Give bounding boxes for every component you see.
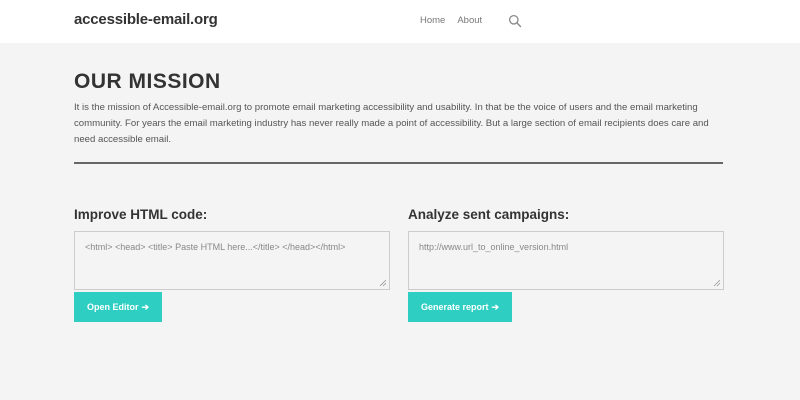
site-header: accessible-email.org Home About — [0, 0, 800, 43]
html-code-textarea[interactable]: <html> <head> <title> Paste HTML here...… — [74, 231, 390, 290]
open-editor-label: Open Editor — [87, 302, 139, 312]
improve-html-title: Improve HTML code: — [74, 207, 208, 222]
resize-handle-icon[interactable] — [379, 279, 387, 287]
nav-about[interactable]: About — [457, 15, 482, 26]
section-divider — [74, 162, 723, 164]
url-placeholder: http://www.url_to_online_version.html — [419, 242, 569, 252]
arrow-right-icon: ➔ — [141, 301, 150, 312]
generate-report-button[interactable]: Generate report ➔ — [408, 292, 513, 322]
nav-home[interactable]: Home — [420, 15, 445, 26]
generate-report-label: Generate report — [421, 302, 489, 312]
analyze-campaigns-panel: Analyze sent campaigns: http://www.url_t… — [408, 207, 724, 322]
html-code-placeholder: <html> <head> <title> Paste HTML here...… — [85, 242, 346, 252]
analyze-campaigns-title: Analyze sent campaigns: — [408, 207, 570, 222]
mission-title: OUR MISSION — [74, 70, 221, 93]
tools-section: Improve HTML code: <html> <head> <title>… — [74, 207, 724, 322]
resize-handle-icon[interactable] — [713, 279, 721, 287]
improve-html-panel: Improve HTML code: <html> <head> <title>… — [74, 207, 390, 322]
search-icon[interactable] — [508, 14, 522, 28]
mission-text: It is the mission of Accessible-email.or… — [74, 102, 709, 145]
main-nav: Home About — [420, 15, 482, 26]
url-textarea[interactable]: http://www.url_to_online_version.html — [408, 231, 724, 290]
arrow-right-icon: ➔ — [491, 301, 500, 312]
open-editor-button[interactable]: Open Editor ➔ — [74, 292, 163, 322]
site-logo[interactable]: accessible-email.org — [74, 11, 218, 28]
main-content: OUR MISSION It is the mission of Accessi… — [74, 43, 724, 322]
